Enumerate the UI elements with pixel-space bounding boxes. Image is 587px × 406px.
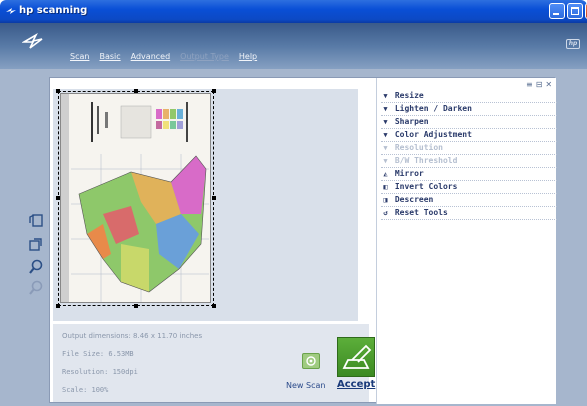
hp-badge-icon: hp <box>566 39 580 49</box>
crop-handle-bottom[interactable] <box>134 304 138 308</box>
crop-handle-top-right[interactable] <box>212 89 216 93</box>
menu-advanced[interactable]: Advanced <box>131 52 171 61</box>
triangle-down-icon: ▼ <box>383 144 388 152</box>
menu-help[interactable]: Help <box>239 52 257 61</box>
tools-panel-controls: ≡ ⊟ ✕ <box>526 80 552 89</box>
output-dimensions: Output dimensions: 8.46 x 11.70 inches <box>62 332 203 340</box>
tool-mirror[interactable]: ◭ Mirror <box>381 169 557 181</box>
invert-icon: ◧ <box>383 183 388 191</box>
zoom-out-icon <box>29 280 43 295</box>
crop-handle-top-left[interactable] <box>56 89 60 93</box>
crop-handle-left[interactable] <box>56 196 60 200</box>
panel-menu-icon[interactable]: ≡ <box>526 80 533 89</box>
main-panel: Output dimensions: 8.46 x 11.70 inches F… <box>49 77 557 404</box>
scale: Scale: 100% <box>62 386 109 394</box>
triangle-down-icon: ▼ <box>383 118 388 126</box>
new-scan-icon[interactable] <box>302 353 320 369</box>
tool-resolution: ▼ Resolution <box>381 143 557 155</box>
tool-resize[interactable]: ▼ Resize <box>381 91 557 103</box>
tool-color-adjustment[interactable]: ▼ Color Adjustment <box>381 130 557 142</box>
menu-scan[interactable]: Scan <box>70 52 89 61</box>
minimize-button[interactable] <box>549 3 565 19</box>
app-header: Scan Basic Advanced Output Type Help hp <box>0 23 587 69</box>
mirror-icon: ◭ <box>383 170 388 178</box>
tool-bw-threshold: ▼ B/W Threshold <box>381 156 557 168</box>
app-body: Scan Basic Advanced Output Type Help hp <box>0 23 587 406</box>
triangle-down-icon: ▼ <box>383 92 388 100</box>
resolution: Resolution: 150dpi <box>62 368 138 376</box>
tool-reset-tools[interactable]: ↺ Reset Tools <box>381 208 557 220</box>
tool-lighten-darken[interactable]: ▼ Lighten / Darken <box>381 104 557 116</box>
title-bar: hp scanning <box>0 0 587 23</box>
hp-logo-icon <box>6 8 16 14</box>
tool-invert-colors[interactable]: ◧ Invert Colors <box>381 182 557 194</box>
menu-bar: Scan Basic Advanced Output Type Help <box>70 52 257 61</box>
crop-handle-right[interactable] <box>212 196 216 200</box>
accept-icon[interactable] <box>337 337 375 377</box>
crop-handle-top[interactable] <box>134 89 138 93</box>
panel-close-icon[interactable]: ✕ <box>545 80 552 89</box>
menu-basic[interactable]: Basic <box>99 52 120 61</box>
panel-float-icon[interactable]: ⊟ <box>536 80 543 89</box>
window-title: hp scanning <box>19 5 88 16</box>
triangle-down-icon: ▼ <box>383 131 388 139</box>
tool-descreen[interactable]: ◨ Descreen <box>381 195 557 207</box>
triangle-down-icon: ▼ <box>383 157 388 165</box>
tool-sharpen[interactable]: ▼ Sharpen <box>381 117 557 129</box>
zoom-in-icon[interactable] <box>28 259 44 275</box>
reset-icon: ↺ <box>383 209 388 217</box>
rotate-left-icon[interactable] <box>28 212 44 228</box>
file-size: File Size: 6.53MB <box>62 350 134 358</box>
scan-preview[interactable] <box>53 89 358 321</box>
menu-output-type: Output Type <box>180 52 229 61</box>
scan-info-panel: Output dimensions: 8.46 x 11.70 inches F… <box>53 324 375 402</box>
new-scan-button[interactable]: New Scan <box>286 381 325 390</box>
tools-panel: ≡ ⊟ ✕ ▼ Resize ▼ Lighten / Darken ▼ Shar… <box>376 78 557 404</box>
maximize-button[interactable] <box>567 3 583 19</box>
hp-arrow-icon <box>22 33 43 49</box>
crop-handle-bottom-right[interactable] <box>212 304 216 308</box>
rotate-right-icon[interactable] <box>28 236 44 252</box>
crop-selection[interactable] <box>58 91 214 306</box>
accept-button[interactable]: Accept <box>337 379 375 390</box>
crop-handle-bottom-left[interactable] <box>56 304 60 308</box>
descreen-icon: ◨ <box>383 196 388 204</box>
triangle-down-icon: ▼ <box>383 105 388 113</box>
